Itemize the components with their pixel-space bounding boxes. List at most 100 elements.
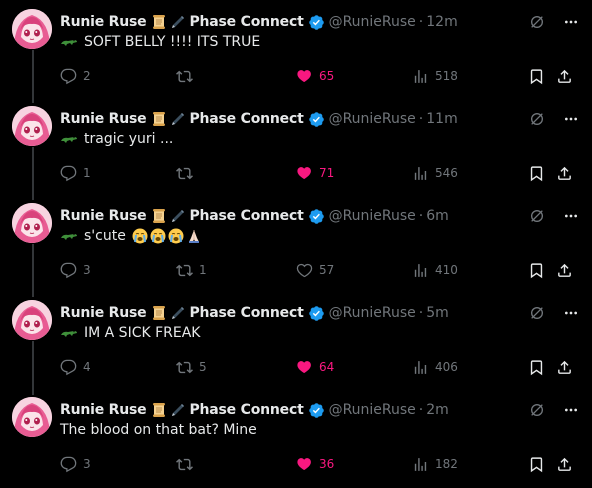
reply-button[interactable]: 2 <box>60 65 91 87</box>
tweet-actions: 2 65 518 <box>60 65 580 87</box>
share-icon <box>558 360 571 374</box>
bookmark-icon <box>530 262 543 278</box>
author-handle[interactable]: @RunieRuse <box>329 305 416 321</box>
like-button[interactable]: 64 <box>296 356 334 378</box>
tweet-timestamp[interactable]: 11m <box>426 111 457 127</box>
crocodile-emoji-icon <box>60 327 78 339</box>
avatar[interactable] <box>12 397 52 437</box>
share-icon <box>558 166 571 180</box>
tweet-timestamp[interactable]: 2m <box>426 402 449 418</box>
tweet[interactable]: Runie Ruse Phase Connect @RunieRuse · 2m… <box>0 391 592 488</box>
affiliation-name[interactable]: Phase Connect <box>189 402 303 418</box>
crying-face-emoji-icon <box>168 228 184 244</box>
bookmark-button[interactable] <box>528 162 545 184</box>
tweet-header: Runie Ruse Phase Connect @RunieRuse · 12… <box>60 11 458 33</box>
crocodile-emoji-icon <box>60 230 78 242</box>
reply-count: 2 <box>83 69 91 83</box>
share-button[interactable] <box>556 162 573 184</box>
author-name[interactable]: Runie Ruse <box>60 208 147 224</box>
separator-dot: · <box>418 402 424 418</box>
bookmark-button[interactable] <box>528 65 545 87</box>
author-handle[interactable]: @RunieRuse <box>329 14 416 30</box>
more-icon[interactable] <box>562 13 580 31</box>
retweet-button[interactable]: 1 <box>176 259 207 281</box>
avatar[interactable] <box>12 203 52 243</box>
tweet-text-content: s'cute <box>84 228 126 244</box>
views-button[interactable]: 518 <box>412 65 458 87</box>
bookmark-icon <box>530 359 543 375</box>
bookmark-button[interactable] <box>528 259 545 281</box>
views-count: 518 <box>435 69 458 83</box>
author-handle[interactable]: @RunieRuse <box>329 208 416 224</box>
views-button[interactable]: 406 <box>412 356 458 378</box>
bookmark-button[interactable] <box>528 356 545 378</box>
reply-button[interactable]: 4 <box>60 356 91 378</box>
separator-dot: · <box>418 14 424 30</box>
affiliation-name[interactable]: Phase Connect <box>189 208 303 224</box>
affiliation-name[interactable]: Phase Connect <box>189 14 303 30</box>
like-button[interactable]: 65 <box>296 65 334 87</box>
like-button[interactable]: 36 <box>296 453 334 475</box>
author-name[interactable]: Runie Ruse <box>60 402 147 418</box>
bookmark-button[interactable] <box>528 453 545 475</box>
author-handle[interactable]: @RunieRuse <box>329 111 416 127</box>
affiliation-name[interactable]: Phase Connect <box>189 111 303 127</box>
like-button[interactable]: 71 <box>296 162 334 184</box>
grok-icon[interactable] <box>528 401 546 419</box>
views-count: 410 <box>435 263 458 277</box>
retweet-button[interactable] <box>176 162 199 184</box>
retweet-button[interactable] <box>176 453 199 475</box>
affiliation-name[interactable]: Phase Connect <box>189 305 303 321</box>
grok-icon[interactable] <box>528 207 546 225</box>
tweet-timestamp[interactable]: 6m <box>426 208 449 224</box>
share-icon <box>558 263 571 277</box>
more-icon[interactable] <box>562 110 580 128</box>
scroll-emoji-icon <box>151 208 167 224</box>
share-button[interactable] <box>556 453 573 475</box>
views-button[interactable]: 182 <box>412 453 458 475</box>
more-icon[interactable] <box>562 401 580 419</box>
reply-button[interactable]: 3 <box>60 259 91 281</box>
tweet[interactable]: Runie Ruse Phase Connect @RunieRuse · 11… <box>0 100 592 197</box>
author-name[interactable]: Runie Ruse <box>60 111 147 127</box>
grok-icon[interactable] <box>528 13 546 31</box>
avatar[interactable] <box>12 9 52 49</box>
heart-icon <box>297 360 311 373</box>
tweet-text-content: SOFT BELLY !!!! ITS TRUE <box>84 34 261 50</box>
avatar[interactable] <box>12 300 52 340</box>
grok-icon[interactable] <box>528 110 546 128</box>
views-button[interactable]: 546 <box>412 162 458 184</box>
views-icon <box>414 457 427 471</box>
grok-icon[interactable] <box>528 304 546 322</box>
tweet-actions: 3 36 182 <box>60 453 580 475</box>
tweet[interactable]: Runie Ruse Phase Connect @RunieRuse · 12… <box>0 3 592 100</box>
tweet[interactable]: Runie Ruse Phase Connect @RunieRuse · 5m… <box>0 294 592 391</box>
share-button[interactable] <box>556 65 573 87</box>
like-button[interactable]: 57 <box>296 259 334 281</box>
avatar[interactable] <box>12 106 52 146</box>
author-name[interactable]: Runie Ruse <box>60 14 147 30</box>
pen-emoji-icon <box>169 14 185 30</box>
author-name[interactable]: Runie Ruse <box>60 305 147 321</box>
author-handle[interactable]: @RunieRuse <box>329 402 416 418</box>
tweet-timestamp[interactable]: 12m <box>426 14 457 30</box>
folded-hands-emoji-icon <box>186 228 202 244</box>
retweet-button[interactable]: 5 <box>176 356 207 378</box>
more-icon[interactable] <box>562 304 580 322</box>
tweet-actions: 1 71 546 <box>60 162 580 184</box>
views-button[interactable]: 410 <box>412 259 458 281</box>
more-icon[interactable] <box>562 207 580 225</box>
tweet[interactable]: Runie Ruse Phase Connect @RunieRuse · 6m… <box>0 197 592 294</box>
share-button[interactable] <box>556 356 573 378</box>
reply-button[interactable]: 3 <box>60 453 91 475</box>
retweet-button[interactable] <box>176 65 199 87</box>
tweet-timestamp[interactable]: 5m <box>426 305 449 321</box>
reply-button[interactable]: 1 <box>60 162 91 184</box>
views-count: 182 <box>435 457 458 471</box>
crying-face-emoji-icon <box>150 228 166 244</box>
pen-emoji-icon <box>169 111 185 127</box>
views-icon <box>414 69 427 83</box>
tweet-text: IM A SICK FREAK <box>60 325 201 341</box>
share-button[interactable] <box>556 259 573 281</box>
retweet-count: 1 <box>199 263 207 277</box>
